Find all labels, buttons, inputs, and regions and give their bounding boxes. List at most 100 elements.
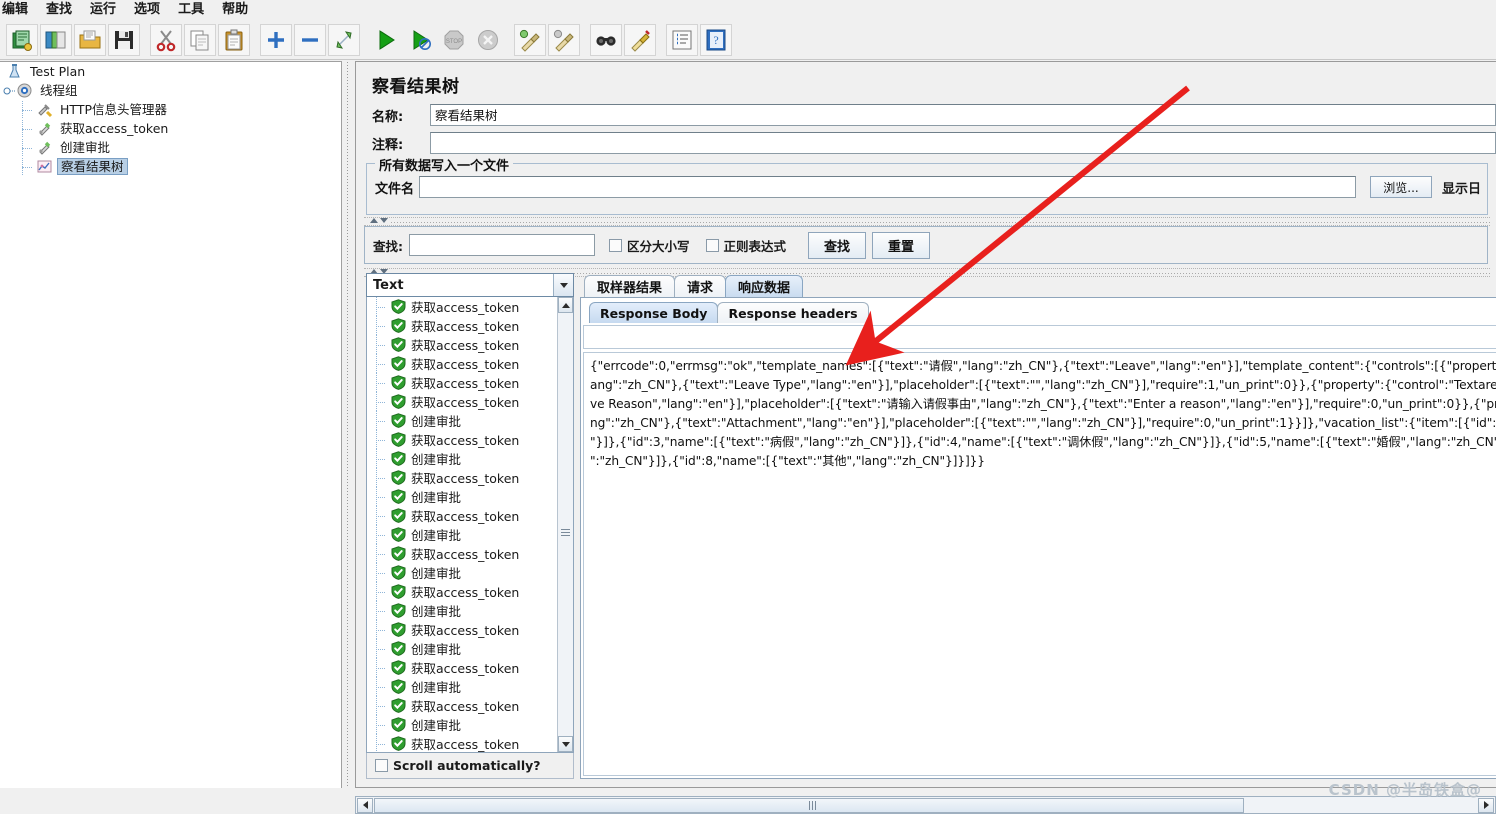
start-no-pause-icon[interactable] — [404, 24, 436, 56]
find-input[interactable] — [409, 234, 595, 256]
scroll-left-button[interactable] — [357, 797, 373, 813]
render-type-combo[interactable]: Text — [366, 273, 574, 297]
scrollbar-track[interactable] — [374, 797, 1477, 813]
response-search-field[interactable] — [583, 325, 1496, 349]
shutdown-icon[interactable] — [472, 24, 504, 56]
templates-icon[interactable] — [40, 23, 72, 56]
result-list-item[interactable]: 创建审批 — [367, 639, 557, 658]
result-list-item[interactable]: 获取access_token — [367, 335, 557, 354]
tab-sampler-result[interactable]: 取样器结果 — [584, 275, 676, 297]
result-list-item[interactable]: 创建审批 — [367, 487, 557, 506]
scrollbar-thumb[interactable] — [560, 523, 571, 536]
tab-response-data[interactable]: 响应数据 — [725, 275, 804, 297]
clear-icon[interactable] — [514, 23, 546, 56]
stop-icon[interactable]: STOP — [438, 24, 470, 56]
start-icon[interactable] — [370, 24, 402, 56]
paste-icon[interactable] — [218, 23, 250, 56]
result-list-item[interactable]: 获取access_token — [367, 392, 557, 411]
result-list-item[interactable]: 获取access_token — [367, 354, 557, 373]
result-list-item[interactable]: 获取access_token — [367, 696, 557, 715]
tree-node-view-results-tree[interactable]: 察看结果树 — [0, 157, 341, 176]
scroll-down-button[interactable] — [558, 736, 573, 752]
tree-connector — [375, 639, 391, 658]
result-list-item[interactable]: 创建审批 — [367, 601, 557, 620]
copy-icon[interactable] — [184, 23, 216, 56]
result-list-item[interactable]: 创建审批 — [367, 563, 557, 582]
menu-run[interactable]: 运行 — [81, 0, 125, 20]
case-sensitive-checkbox[interactable]: 区分大小写 — [609, 236, 690, 255]
tree-node-header-manager[interactable]: HTTP信息头管理器 — [0, 100, 341, 119]
tab-response-body[interactable]: Response Body — [589, 302, 719, 323]
find-button[interactable]: 查找 — [808, 231, 867, 259]
show-log-button[interactable]: 显示日 — [1442, 178, 1481, 197]
result-list-item[interactable]: 获取access_token — [367, 430, 557, 449]
tree-node-create-approval[interactable]: 创建审批 — [0, 138, 341, 157]
tab-request[interactable]: 请求 — [674, 275, 727, 297]
clear-all-icon[interactable] — [548, 23, 580, 56]
result-list-item[interactable]: 获取access_token — [367, 316, 557, 335]
search-icon[interactable] — [590, 23, 622, 56]
horizontal-scrollbar[interactable] — [355, 796, 1496, 814]
response-body-text[interactable]: {"errcode":0,"errmsg":"ok","template_nam… — [583, 352, 1496, 776]
result-list-item[interactable]: 创建审批 — [367, 677, 557, 696]
scroll-automatically-checkbox[interactable]: Scroll automatically? — [366, 753, 574, 779]
result-list-item[interactable]: 获取access_token — [367, 297, 557, 316]
menu-edit[interactable]: 编辑 — [0, 0, 37, 20]
sampler-results-list[interactable]: 获取access_token 获取access_token 获取access_tok… — [366, 297, 574, 753]
result-list-item[interactable]: 获取access_token — [367, 658, 557, 677]
menu-tools[interactable]: 工具 — [169, 0, 213, 20]
success-shield-icon — [391, 470, 406, 485]
menu-options[interactable]: 选项 — [125, 0, 169, 20]
open-icon[interactable] — [74, 23, 106, 56]
result-list-item[interactable]: 创建审批 — [367, 715, 557, 734]
result-list-item[interactable]: 创建审批 — [367, 525, 557, 544]
result-list-item[interactable]: 获取access_token — [367, 468, 557, 487]
regex-checkbox[interactable]: 正则表达式 — [705, 236, 786, 255]
result-list-item-label: 获取access_token — [411, 547, 520, 562]
reset-button[interactable]: 重置 — [872, 231, 931, 259]
result-list-item[interactable]: 获取access_token — [367, 620, 557, 639]
result-list-item[interactable]: 获取access_token — [367, 582, 557, 601]
collapse-all-icon[interactable] — [294, 23, 326, 56]
comment-input[interactable] — [430, 132, 1496, 154]
cut-icon[interactable] — [150, 23, 182, 56]
result-list-item[interactable]: 创建审批 — [367, 411, 557, 430]
results-list-scrollbar[interactable] — [557, 297, 573, 752]
function-helper-icon[interactable] — [666, 23, 698, 56]
result-list-item[interactable]: 获取access_token — [367, 734, 557, 752]
upper-split-handle[interactable] — [364, 217, 1490, 226]
scrollbar-thumb[interactable] — [374, 797, 1244, 813]
header-manager-icon — [38, 104, 53, 118]
tree-node-thread-group[interactable]: 线程组 — [0, 81, 341, 100]
tree-expand-handle[interactable] — [2, 82, 16, 99]
success-shield-icon — [391, 432, 406, 447]
scroll-automatically-label: Scroll automatically? — [393, 758, 541, 773]
filename-input[interactable] — [419, 176, 1356, 198]
result-list-item[interactable]: 创建审批 — [367, 449, 557, 468]
help-icon[interactable]: ? — [700, 23, 732, 56]
tree-node-test-plan[interactable]: Test Plan — [0, 62, 341, 81]
scroll-right-button[interactable] — [1478, 797, 1494, 813]
result-list-item-label: 创建审批 — [411, 452, 462, 467]
toggle-icon[interactable] — [328, 23, 360, 56]
tree-node-get-access-token[interactable]: 获取access_token — [0, 119, 341, 138]
tab-response-headers[interactable]: Response headers — [717, 302, 869, 323]
chevron-down-icon[interactable] — [553, 274, 573, 296]
result-list-item[interactable]: 获取access_token — [367, 373, 557, 392]
browse-button[interactable]: 浏览... — [1369, 176, 1432, 198]
reset-search-icon[interactable] — [624, 23, 656, 56]
name-input[interactable]: 察看结果树 — [430, 104, 1496, 126]
expand-all-icon[interactable] — [260, 23, 292, 56]
write-all-data-legend: 所有数据写入一个文件 — [375, 155, 514, 174]
scroll-up-button[interactable] — [558, 297, 573, 313]
tree-node-label: HTTP信息头管理器 — [60, 102, 167, 117]
sampler-results-scroll[interactable]: 获取access_token 获取access_token 获取access_tok… — [367, 297, 557, 752]
menu-find[interactable]: 查找 — [37, 0, 81, 20]
result-list-item[interactable]: 获取access_token — [367, 544, 557, 563]
new-test-plan-icon[interactable] — [6, 23, 38, 56]
save-icon[interactable] — [108, 23, 140, 56]
result-list-item[interactable]: 获取access_token — [367, 506, 557, 525]
vertical-split-divider[interactable] — [343, 61, 354, 814]
test-plan-tree[interactable]: Test Plan 线程组 HTTP信息头管理器 获取access_token … — [0, 61, 342, 788]
menu-help[interactable]: 帮助 — [213, 0, 257, 20]
